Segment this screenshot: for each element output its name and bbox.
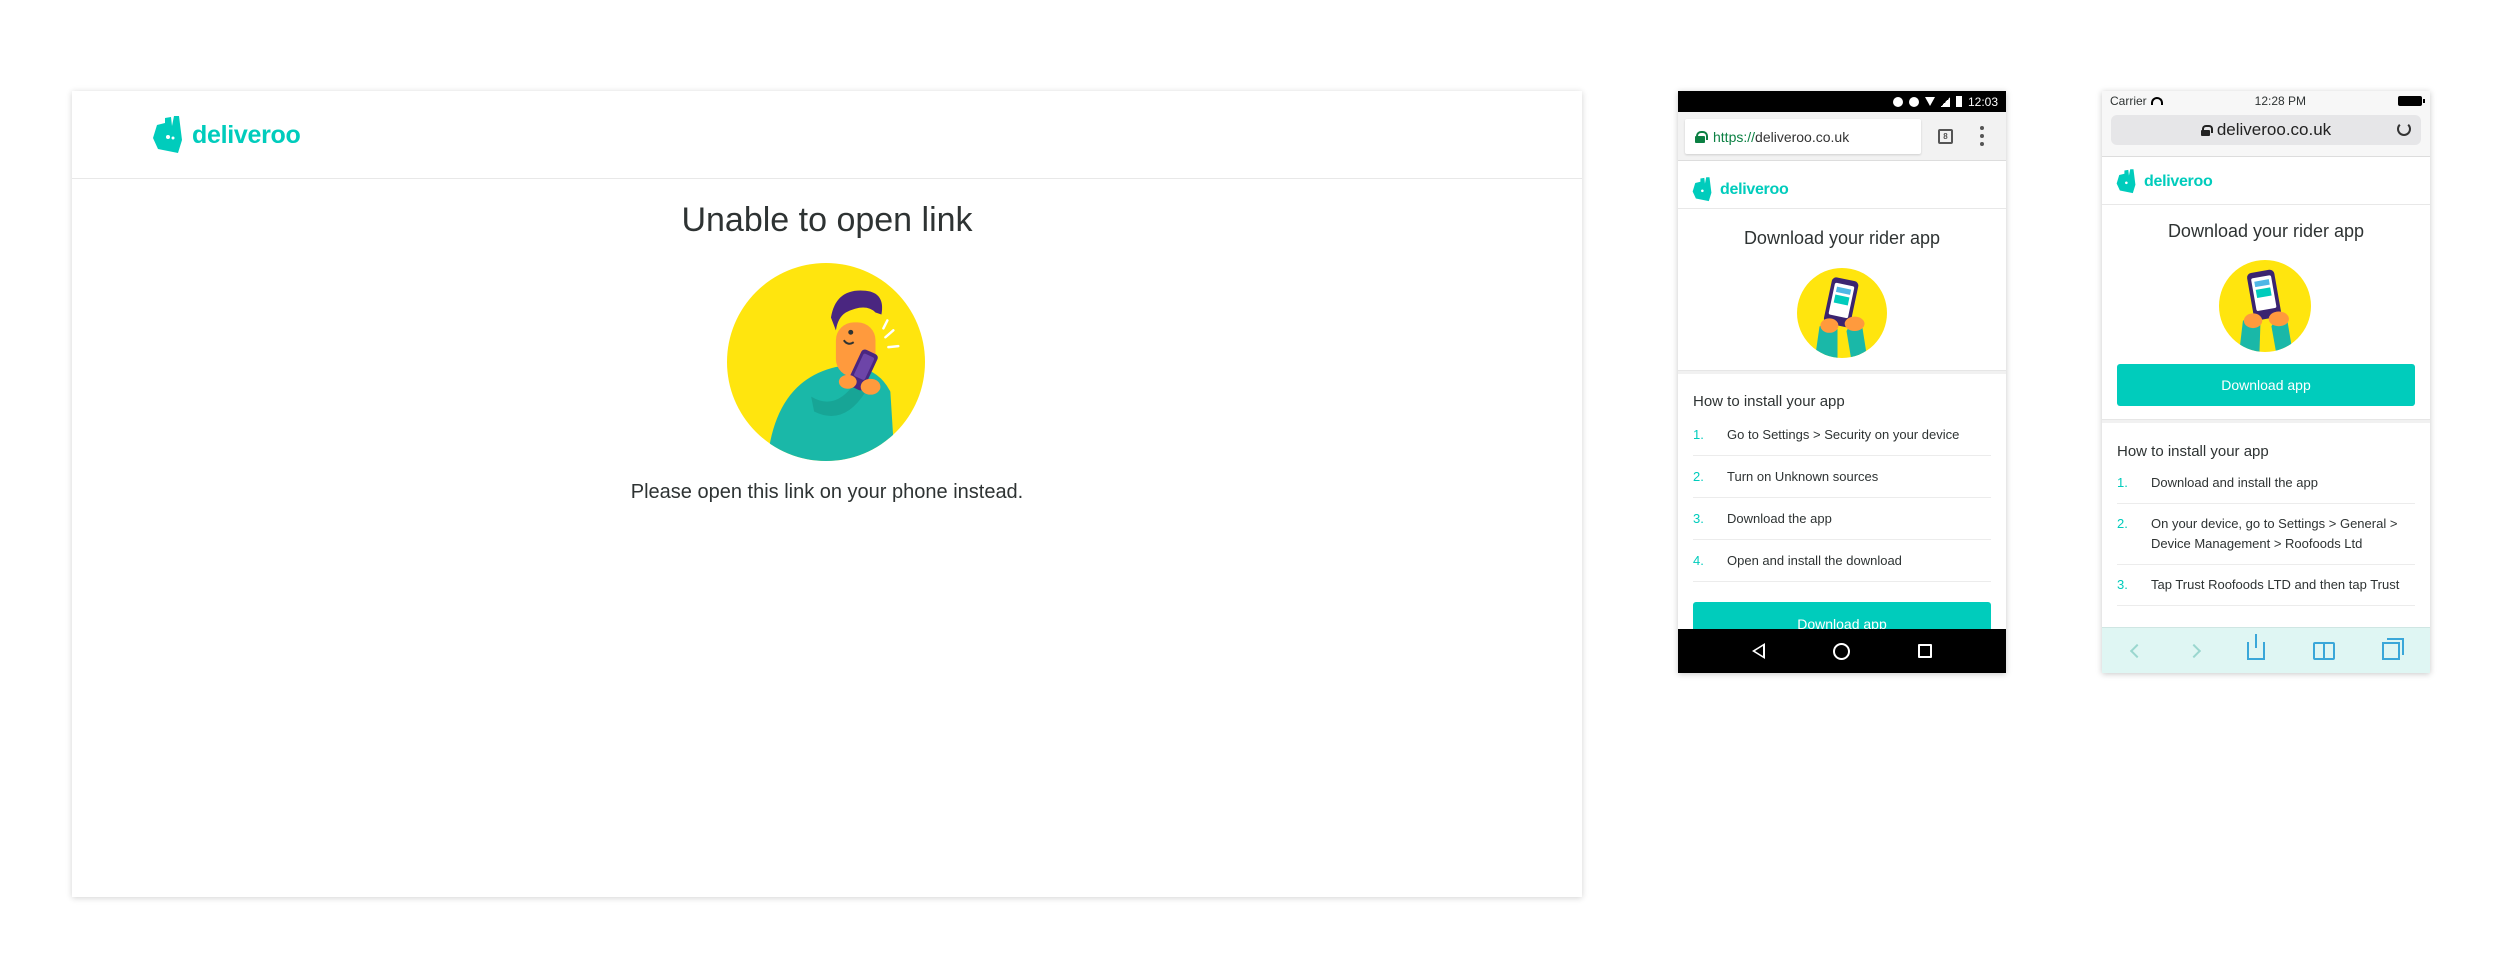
deliveroo-kangaroo-icon: [1692, 177, 1712, 202]
wifi-icon: [2150, 97, 2163, 105]
page-title: Unable to open link: [681, 201, 973, 239]
iphone-view: Carrier 12:28 PM deliveroo.co.uk deliver…: [2102, 91, 2430, 673]
overflow-menu-icon[interactable]: [1980, 126, 1984, 146]
deliveroo-logo[interactable]: deliveroo: [1692, 177, 1789, 202]
step-number: 3.: [2117, 577, 2128, 592]
carrier-label: Carrier: [2110, 94, 2147, 108]
section-divider: [2102, 419, 2430, 423]
url-host: deliveroo.co.uk: [1755, 128, 1850, 145]
deliveroo-wordmark: deliveroo: [192, 120, 301, 149]
nav-recents-icon[interactable]: [1918, 644, 1932, 658]
back-chevron-icon[interactable]: [2129, 643, 2144, 658]
step-text: On your device, go to Settings > General…: [2151, 516, 2398, 551]
wifi-icon: [1924, 97, 1935, 106]
deliveroo-kangaroo-icon: [2116, 169, 2136, 194]
step-text: Download and install the app: [2151, 475, 2318, 490]
address-bar[interactable]: https://deliveroo.co.uk: [1685, 119, 1921, 154]
list-item: 1. Go to Settings > Security on your devi…: [1693, 414, 1991, 456]
android-status-bar: 12:03: [1678, 91, 2006, 112]
deliveroo-logo[interactable]: deliveroo: [2116, 169, 2213, 194]
divider: [2102, 204, 2430, 205]
deliveroo-kangaroo-icon: [153, 116, 182, 153]
section-divider: [1678, 370, 2006, 374]
step-number: 3.: [1693, 511, 1704, 526]
download-app-button[interactable]: Download app: [2117, 364, 2415, 406]
site-header: deliveroo: [72, 91, 1582, 179]
deliveroo-wordmark: deliveroo: [1720, 180, 1789, 198]
tabs-overview-icon[interactable]: [2382, 637, 2405, 660]
forward-chevron-icon[interactable]: [2187, 643, 2202, 658]
ios-status-bar: Carrier 12:28 PM: [2102, 91, 2430, 111]
nav-back-icon[interactable]: [1752, 643, 1765, 659]
howto-heading: How to install your app: [2117, 443, 2269, 460]
android-phone-view: 12:03 https://deliveroo.co.uk 8 delivero…: [1678, 91, 2006, 673]
safari-header: Carrier 12:28 PM deliveroo.co.uk: [2102, 91, 2430, 157]
page-title: Download your rider app: [1743, 228, 1941, 248]
do-not-disturb-icon: [1892, 96, 1903, 107]
step-text: Tap Trust Roofoods LTD and then tap Trus…: [2151, 577, 2400, 592]
android-browser-toolbar: https://deliveroo.co.uk 8: [1678, 112, 2006, 161]
nav-home-icon[interactable]: [1833, 642, 1850, 660]
step-text: Open and install the download: [1727, 553, 1902, 568]
share-icon[interactable]: [2246, 633, 2265, 660]
step-number: 2.: [2117, 516, 2128, 531]
status-time: 12:03: [1967, 94, 1998, 109]
open-on-phone-message: Please open this link on your phone inst…: [630, 481, 1024, 503]
screenshot-canvas: deliveroo Unable to open link Please ope: [0, 0, 2500, 972]
step-number: 1.: [2117, 475, 2128, 490]
hand-holding-phone-illustration: [2219, 260, 2311, 352]
step-text: Turn on Unknown sources: [1727, 469, 1879, 484]
step-text: Download the app: [1727, 511, 1832, 526]
list-item: 3. Tap Trust Roofoods LTD and then tap Tr…: [2117, 565, 2415, 606]
status-time: 12:28 PM: [2254, 94, 2307, 108]
reload-icon[interactable]: [2397, 122, 2411, 136]
install-steps-list: 1. Go to Settings > Security on your devi…: [1693, 414, 1991, 582]
step-number: 1.: [1693, 427, 1704, 442]
battery-icon: [2397, 96, 2425, 106]
url-scheme: https://: [1713, 128, 1756, 145]
install-steps-list: 1. Download and install the app 2. On your…: [2117, 463, 2415, 606]
tabs-icon[interactable]: 8: [1938, 129, 1953, 144]
deliveroo-logo[interactable]: deliveroo: [152, 116, 301, 154]
safari-bottom-toolbar: [2102, 627, 2430, 673]
desktop-browser-view: deliveroo Unable to open link Please ope: [72, 91, 1582, 897]
howto-heading: How to install your app: [1693, 393, 1845, 410]
battery-icon: [1955, 96, 1962, 107]
lock-icon: [2200, 124, 2213, 136]
step-number: 2.: [1693, 469, 1704, 484]
divider: [1678, 208, 2006, 209]
list-item: 4. Open and install the download: [1693, 540, 1991, 582]
list-item: 3. Download the app: [1693, 498, 1991, 540]
alarm-icon: [1908, 96, 1919, 107]
list-item: 1. Download and install the app: [2117, 463, 2415, 504]
list-item: 2. Turn on Unknown sources: [1693, 456, 1991, 498]
deliveroo-wordmark: deliveroo: [2144, 172, 2213, 190]
signal-icon: [1940, 96, 1950, 107]
lock-icon: [1695, 130, 1708, 143]
bookmarks-icon[interactable]: [2312, 641, 2335, 660]
step-number: 4.: [1693, 553, 1704, 568]
android-navigation-bar: [1678, 629, 2006, 673]
page-title: Download your rider app: [2167, 221, 2365, 241]
url-host: deliveroo.co.uk: [2216, 120, 2332, 139]
hand-holding-phone-illustration: [1797, 268, 1887, 358]
address-bar[interactable]: deliveroo.co.uk: [2111, 115, 2421, 145]
step-text: Go to Settings > Security on your device: [1727, 427, 1960, 442]
person-with-phone-illustration: [727, 263, 925, 461]
list-item: 2. On your device, go to Settings > Gener…: [2117, 504, 2415, 565]
